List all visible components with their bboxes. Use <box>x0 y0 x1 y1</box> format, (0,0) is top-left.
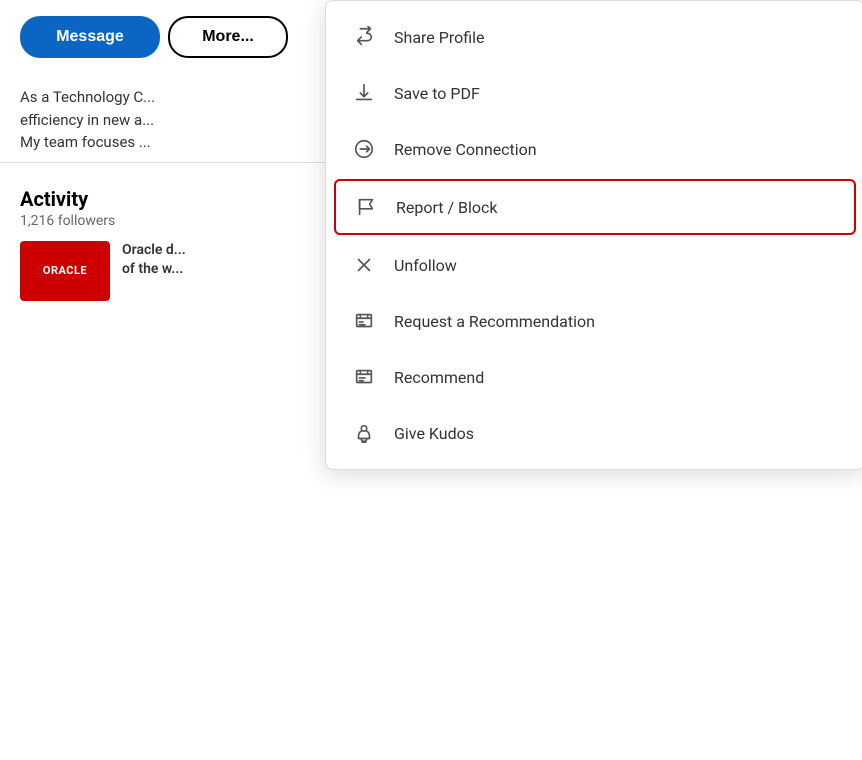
message-button[interactable]: Message <box>20 16 160 58</box>
unfollow-label: Unfollow <box>394 256 457 275</box>
dropdown-item-report-block[interactable]: Report / Block <box>334 179 856 235</box>
give-kudos-label: Give Kudos <box>394 424 474 443</box>
dropdown-menu: Share Profile Save to PDF Remove Connect… <box>325 0 862 470</box>
share-icon <box>350 23 378 51</box>
more-button[interactable]: More... <box>168 16 288 58</box>
kudos-icon <box>350 419 378 447</box>
report-block-label: Report / Block <box>396 198 498 217</box>
recommend-icon <box>350 363 378 391</box>
dropdown-item-share-profile[interactable]: Share Profile <box>326 9 862 65</box>
post-image: ORACLE <box>20 241 110 301</box>
dropdown-item-give-kudos[interactable]: Give Kudos <box>326 405 862 461</box>
dropdown-item-recommend[interactable]: Recommend <box>326 349 862 405</box>
remove-connection-icon <box>350 135 378 163</box>
request-recommendation-icon <box>350 307 378 335</box>
unfollow-icon <box>350 251 378 279</box>
remove-connection-label: Remove Connection <box>394 140 537 159</box>
download-icon <box>350 79 378 107</box>
dropdown-item-request-recommendation[interactable]: Request a Recommendation <box>326 293 862 349</box>
share-profile-label: Share Profile <box>394 28 484 47</box>
dropdown-item-unfollow[interactable]: Unfollow <box>326 237 862 293</box>
recommend-label: Recommend <box>394 368 484 387</box>
flag-icon <box>352 193 380 221</box>
request-recommendation-label: Request a Recommendation <box>394 312 595 331</box>
save-pdf-label: Save to PDF <box>394 84 480 103</box>
oracle-logo: ORACLE <box>43 264 87 277</box>
post-text: Oracle d...of the w... <box>122 241 186 280</box>
dropdown-item-save-pdf[interactable]: Save to PDF <box>326 65 862 121</box>
dropdown-item-remove-connection[interactable]: Remove Connection <box>326 121 862 177</box>
